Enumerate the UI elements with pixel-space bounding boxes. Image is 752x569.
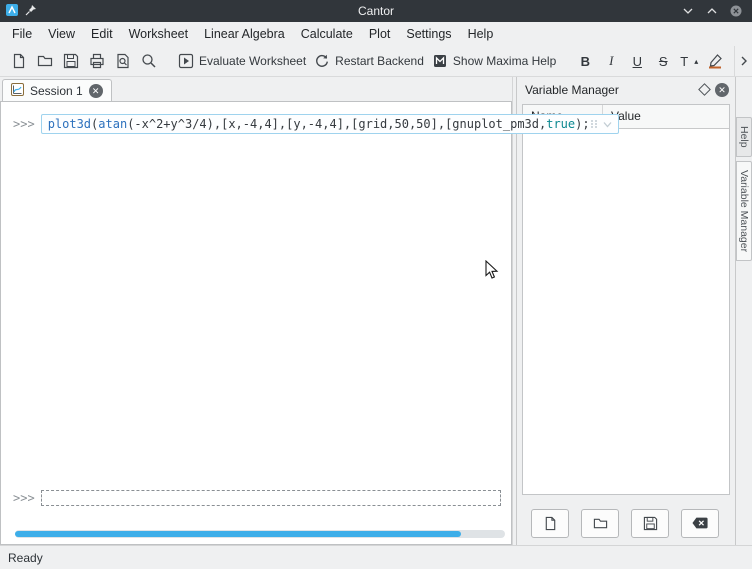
evaluate-worksheet-button[interactable]: Evaluate Worksheet [174, 48, 310, 74]
plot3d-surface [41, 138, 501, 470]
variable-manager-title: Variable Manager [525, 83, 619, 97]
menu-settings[interactable]: Settings [398, 24, 459, 44]
strikeout-button[interactable]: S [650, 48, 676, 74]
command-text: plot3d(atan(-x^2+y^3/4),[x,-4,4],[y,-4,4… [48, 117, 590, 131]
search-button[interactable] [136, 48, 162, 74]
menu-view[interactable]: View [40, 24, 83, 44]
variable-table-body [523, 129, 729, 494]
titlebar: Cantor [0, 0, 752, 22]
show-maxima-help-label: Show Maxima Help [453, 54, 556, 68]
side-tab-help[interactable]: Help [736, 117, 752, 157]
variable-manager-panel: Variable Manager ✕ Name Value [516, 77, 735, 545]
italic-button[interactable]: I [598, 48, 624, 74]
app-icon [5, 3, 19, 20]
plot-output [41, 138, 511, 470]
window-title: Cantor [0, 4, 752, 18]
variable-manager-header: Variable Manager ✕ [517, 77, 735, 102]
restart-backend-label: Restart Backend [335, 54, 424, 68]
add-variable-button[interactable] [531, 509, 569, 538]
play-icon [178, 53, 194, 69]
session-tab-label: Session 1 [30, 84, 83, 98]
tab-bar: Session 1 ✕ [0, 77, 512, 101]
maximize-button[interactable] [702, 2, 722, 20]
save-variables-button[interactable] [631, 509, 669, 538]
clear-variables-button[interactable] [681, 509, 719, 538]
close-button[interactable] [726, 2, 746, 20]
restart-icon [314, 53, 330, 69]
main-area: Session 1 ✕ >>> plot3d(atan(-x^2+y^3/4),… [0, 77, 752, 545]
worksheet: >>> plot3d(atan(-x^2+y^3/4),[x,-4,4],[y,… [0, 101, 512, 545]
toolbar: Evaluate Worksheet Restart Backend Show … [0, 46, 752, 77]
superscript-button[interactable]: T▴ [676, 48, 702, 74]
maxima-help-icon [432, 53, 448, 69]
show-maxima-help-button[interactable]: Show Maxima Help [428, 48, 560, 74]
variable-manager-buttons [517, 501, 735, 545]
save-button[interactable] [58, 48, 84, 74]
menu-edit[interactable]: Edit [83, 24, 121, 44]
command-prompt: >>> [13, 117, 35, 131]
print-button[interactable] [84, 48, 110, 74]
open-folder-button[interactable] [32, 48, 58, 74]
status-bar: Ready [0, 545, 752, 569]
side-tab-strip: Help Variable Manager [735, 77, 752, 545]
menu-file[interactable]: File [4, 24, 40, 44]
load-variables-button[interactable] [581, 509, 619, 538]
horizontal-scrollbar[interactable] [15, 530, 505, 538]
evaluate-worksheet-label: Evaluate Worksheet [199, 54, 306, 68]
new-command-input[interactable] [41, 490, 501, 506]
print-preview-button[interactable] [110, 48, 136, 74]
variable-table: Name Value [522, 104, 730, 495]
new-document-button[interactable] [6, 48, 32, 74]
underline-button[interactable]: U [624, 48, 650, 74]
status-text: Ready [8, 551, 43, 565]
entry-handle-icons [590, 119, 612, 129]
new-command-prompt: >>> [13, 491, 35, 505]
side-tab-variable-manager[interactable]: Variable Manager [736, 161, 752, 261]
text-color-button[interactable] [702, 48, 728, 74]
tab-close-icon[interactable]: ✕ [89, 84, 103, 98]
minimize-button[interactable] [678, 2, 698, 20]
restart-backend-button[interactable]: Restart Backend [310, 48, 428, 74]
session-icon [11, 83, 24, 99]
scrollbar-thumb[interactable] [15, 531, 461, 537]
command-input[interactable]: plot3d(atan(-x^2+y^3/4),[x,-4,4],[y,-4,4… [41, 114, 619, 134]
menu-bar: FileViewEditWorksheetLinear AlgebraCalcu… [0, 22, 752, 46]
float-panel-icon[interactable] [698, 83, 711, 96]
bold-button[interactable]: B [572, 48, 598, 74]
menu-plot[interactable]: Plot [361, 24, 399, 44]
menu-help[interactable]: Help [460, 24, 502, 44]
toolbar-overflow-button[interactable] [734, 46, 752, 77]
close-panel-icon[interactable]: ✕ [715, 83, 729, 97]
menu-worksheet[interactable]: Worksheet [121, 24, 197, 44]
menu-calculate[interactable]: Calculate [293, 24, 361, 44]
cantor-window: Cantor FileViewEditWorksheetLinear Algeb… [0, 0, 752, 569]
pin-icon [25, 4, 37, 19]
worksheet-column: Session 1 ✕ >>> plot3d(atan(-x^2+y^3/4),… [0, 77, 512, 545]
tab-session-1[interactable]: Session 1 ✕ [2, 79, 112, 101]
menu-linear-algebra[interactable]: Linear Algebra [196, 24, 293, 44]
